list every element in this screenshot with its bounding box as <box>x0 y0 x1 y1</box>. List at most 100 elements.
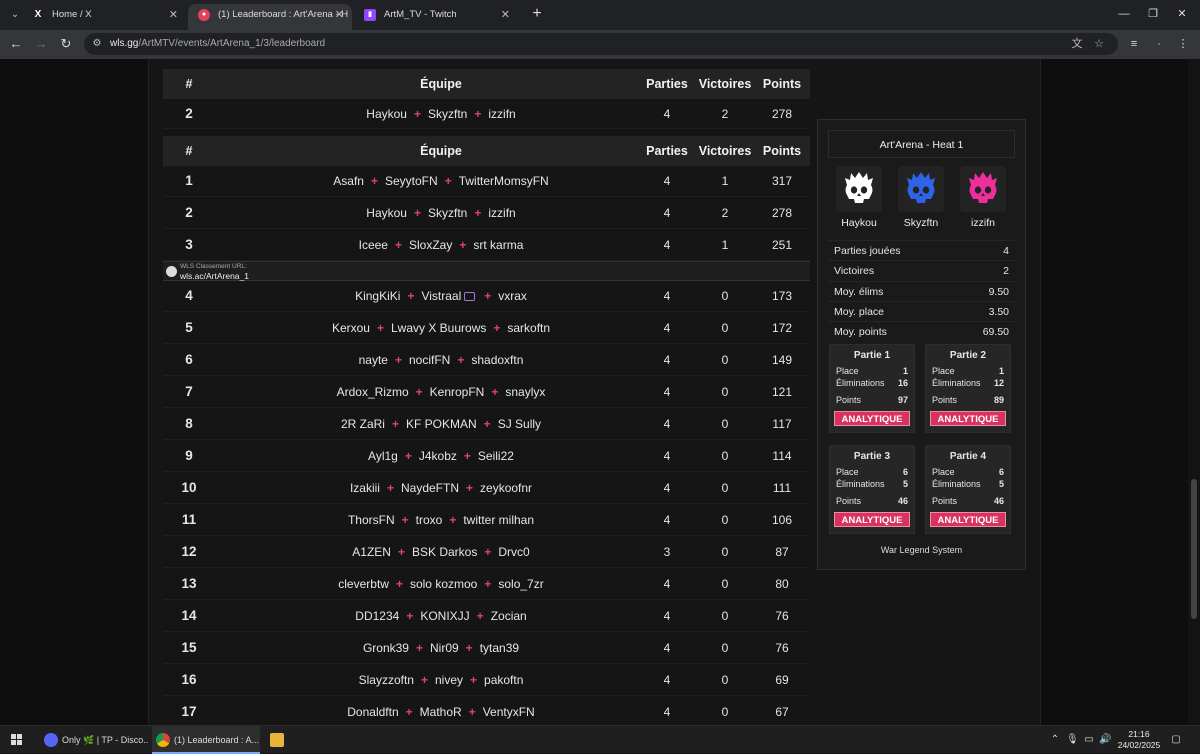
team-cell[interactable]: nayte + nocifFN + shadoxftn <box>215 345 667 375</box>
extension-icon[interactable]: · <box>1152 37 1166 51</box>
close-icon[interactable]: ✕ <box>335 4 344 26</box>
forward-arrow-icon[interactable]: → <box>33 36 49 52</box>
page-scrollbar[interactable] <box>1188 59 1200 725</box>
player-name[interactable]: srt karma <box>473 238 523 252</box>
player-name[interactable]: Asafn <box>333 174 364 188</box>
player-name[interactable]: KONIXJJ <box>420 609 469 623</box>
player-name[interactable]: Drvc0 <box>498 545 529 559</box>
player-name[interactable]: Haykou <box>366 206 407 220</box>
player-name[interactable]: shadoxftn <box>471 353 523 367</box>
player-name[interactable]: Iceee <box>359 238 388 252</box>
player-name[interactable]: Ardox_Rizmo <box>337 385 409 399</box>
player-name[interactable]: solo kozmoo <box>410 577 477 591</box>
player-name[interactable]: DD1234 <box>355 609 399 623</box>
team-cell[interactable]: Donaldftn + MathoR + VentyxFN <box>215 697 667 725</box>
tab-leaderboard[interactable]: ● (1) Leaderboard : Art'Arena - H ✕ <box>188 4 352 30</box>
tab-home-x[interactable]: X Home / X ✕ <box>22 4 186 30</box>
player-name[interactable]: snaylyx <box>505 385 545 399</box>
table-row[interactable]: 12 A1ZEN + BSK Darkos + Drvc0 3 0 87 <box>163 537 810 568</box>
close-icon[interactable]: ✕ <box>501 4 510 26</box>
table-row[interactable]: 9 Ayl1g + J4kobz + Seili22 4 0 114 <box>163 441 810 472</box>
player-name[interactable]: pakoftn <box>484 673 523 687</box>
highlighted-team-row[interactable]: 2 Haykou + Skyzftn + izzifn 4 2 278 <box>163 99 810 129</box>
player-name[interactable]: MathoR <box>420 705 462 719</box>
player-name[interactable]: A1ZEN <box>352 545 391 559</box>
player-name[interactable]: Lwavy X Buurows <box>391 321 486 335</box>
minimize-icon[interactable]: — <box>1114 5 1134 23</box>
team-cell[interactable]: Kerxou + Lwavy X Buurows + sarkoftn <box>215 313 667 343</box>
back-arrow-icon[interactable]: ← <box>8 36 24 52</box>
team-cell[interactable]: Izakiii + NaydeFTN + zeykoofnr <box>215 473 667 503</box>
player-name[interactable]: SeyytoFN <box>385 174 438 188</box>
team-cell[interactable]: A1ZEN + BSK Darkos + Drvc0 <box>215 537 667 567</box>
team-cell[interactable]: DD1234 + KONIXJJ + Zocian <box>215 601 667 631</box>
player-card[interactable]: izzifn <box>960 166 1006 229</box>
analytics-button[interactable]: ANALYTIQUE <box>930 512 1006 527</box>
team-cell[interactable]: cleverbtw + solo kozmoo + solo_7zr <box>215 569 667 599</box>
player-name[interactable]: SloxZay <box>409 238 452 252</box>
table-row[interactable]: 2 Haykou + Skyzftn + izzifn 4 2 278 <box>163 198 810 229</box>
player-name[interactable]: Gronk39 <box>363 641 409 655</box>
taskbar-app-chrome[interactable]: (1) Leaderboard : A... <box>152 726 260 754</box>
table-row[interactable]: 8 2R ZaRi + KF POKMAN + SJ Sully 4 0 117 <box>163 409 810 440</box>
close-window-icon[interactable]: ✕ <box>1172 5 1192 23</box>
analytics-button[interactable]: ANALYTIQUE <box>834 411 910 426</box>
player-name[interactable]: KingKiKi <box>355 289 400 303</box>
table-row[interactable]: 10 Izakiii + NaydeFTN + zeykoofnr 4 0 111 <box>163 473 810 504</box>
player-name[interactable]: nivey <box>435 673 463 687</box>
table-row[interactable]: 7 Ardox_Rizmo + KenropFN + snaylyx 4 0 121 <box>163 377 810 408</box>
team-cell[interactable]: 2R ZaRi + KF POKMAN + SJ Sully <box>215 409 667 439</box>
player-name[interactable]: 2R ZaRi <box>341 417 385 431</box>
player-name[interactable]: J4kobz <box>419 449 457 463</box>
wls-url-banner[interactable]: WLS Classement URL: wls.ac/ArtArena_1 <box>163 261 810 281</box>
player-name[interactable]: SJ Sully <box>498 417 541 431</box>
team-cell[interactable]: Slayzzoftn + nivey + pakoftn <box>215 665 667 695</box>
notification-icon[interactable]: ▢ <box>1170 734 1182 746</box>
site-info-icon[interactable]: ⚙ <box>90 37 104 51</box>
player-name[interactable]: Vistraal <box>421 289 461 303</box>
player-name[interactable]: sarkoftn <box>507 321 550 335</box>
player-name[interactable]: Slayzzoftn <box>359 673 414 687</box>
media-control-icon[interactable]: ≡ <box>1127 37 1141 51</box>
player-name[interactable]: nocifFN <box>409 353 450 367</box>
player-name[interactable]: troxo <box>416 513 443 527</box>
player-name[interactable]: Izakiii <box>350 481 380 495</box>
player-name[interactable]: NaydeFTN <box>401 481 459 495</box>
player-name[interactable]: twitter milhan <box>463 513 534 527</box>
player-name[interactable]: Seili22 <box>478 449 514 463</box>
player-name[interactable]: tytan39 <box>480 641 519 655</box>
network-icon[interactable]: ▭ <box>1083 734 1095 746</box>
address-bar[interactable]: ⚙ wls.gg/ArtMTV/events/ArtArena_1/3/lead… <box>84 33 1118 55</box>
volume-icon[interactable]: 🔊 <box>1099 734 1111 746</box>
table-row[interactable]: 1 Asafn + SeyytoFN + TwitterMomsyFN 4 1 317 <box>163 166 810 197</box>
scroll-thumb[interactable] <box>1191 479 1197 619</box>
table-row[interactable]: 17 Donaldftn + MathoR + VentyxFN 4 0 67 <box>163 697 810 725</box>
close-icon[interactable]: ✕ <box>169 4 178 26</box>
player-name[interactable]: Zocian <box>491 609 527 623</box>
player-name[interactable]: Skyzftn <box>428 206 467 220</box>
translate-icon[interactable]: 文 <box>1070 37 1084 51</box>
table-row[interactable]: 3 Iceee + SloxZay + srt karma 4 1 251 <box>163 230 810 261</box>
tab-twitch[interactable]: ▮ ArtM_TV - Twitch ✕ <box>354 4 518 30</box>
player-card[interactable]: Haykou <box>836 166 882 229</box>
team-cell[interactable]: Haykou + Skyzftn + izzifn <box>215 198 667 228</box>
player-name[interactable]: Ayl1g <box>368 449 398 463</box>
new-tab-button[interactable]: + <box>528 5 546 23</box>
team-cell[interactable]: Gronk39 + Nir09 + tytan39 <box>215 633 667 663</box>
wls-url-link[interactable]: wls.ac/ArtArena_1 <box>180 271 249 281</box>
player-name[interactable]: zeykoofnr <box>480 481 532 495</box>
table-row[interactable]: 6 nayte + nocifFN + shadoxftn 4 0 149 <box>163 345 810 376</box>
player-name[interactable]: Nir09 <box>430 641 459 655</box>
table-row[interactable]: 15 Gronk39 + Nir09 + tytan39 4 0 76 <box>163 633 810 664</box>
player-name[interactable]: KenropFN <box>430 385 485 399</box>
table-row[interactable]: 13 cleverbtw + solo kozmoo + solo_7zr 4 0 80 <box>163 569 810 600</box>
bookmark-star-icon[interactable]: ☆ <box>1092 37 1106 51</box>
restore-icon[interactable]: ❐ <box>1143 5 1163 23</box>
taskbar-app-explorer[interactable] <box>264 726 290 754</box>
team-cell[interactable]: ThorsFN + troxo + twitter milhan <box>215 505 667 535</box>
system-clock[interactable]: 21:16 24/02/2025 <box>1116 729 1162 751</box>
player-name[interactable]: TwitterMomsyFN <box>459 174 549 188</box>
player-name[interactable]: solo_7zr <box>498 577 543 591</box>
analytics-button[interactable]: ANALYTIQUE <box>930 411 1006 426</box>
player-name[interactable]: Kerxou <box>332 321 370 335</box>
